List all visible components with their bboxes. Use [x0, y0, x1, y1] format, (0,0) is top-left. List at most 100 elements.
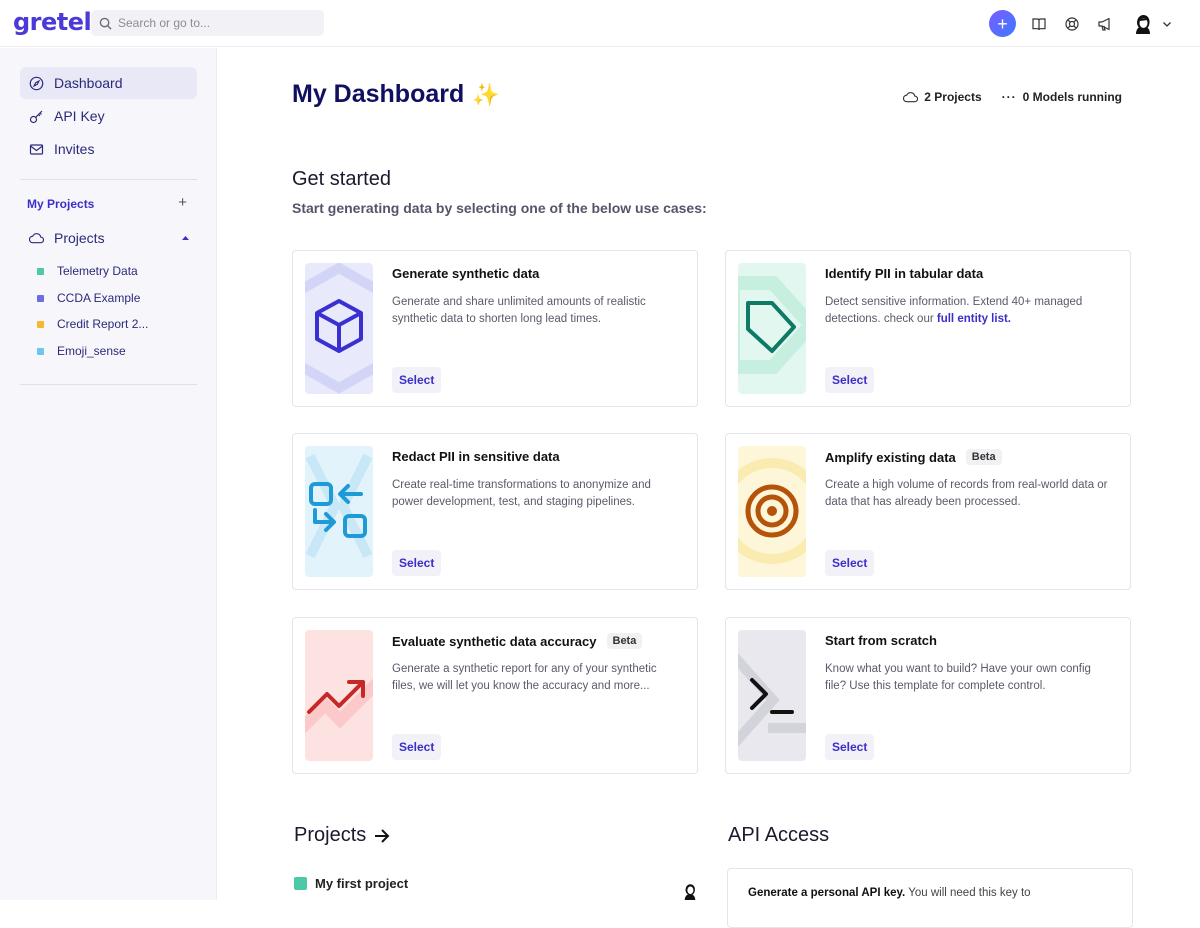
get-started-subtitle: Start generating data by selecting one o…	[292, 200, 707, 216]
card-title: Identify PII in tabular data	[825, 266, 984, 281]
sidebar-item-label: Dashboard	[54, 75, 123, 91]
dots-icon: ···	[1001, 90, 1017, 104]
card-description: Create real-time transformations to anon…	[392, 479, 651, 508]
chevron-down-icon[interactable]	[1162, 19, 1172, 29]
trend-icon	[305, 630, 373, 761]
sidebar-item-label: API Key	[54, 108, 105, 124]
add-project-icon[interactable]: +	[178, 195, 187, 211]
card-description: Detect sensitive information. Extend 40+…	[825, 296, 1083, 325]
target-icon	[738, 446, 806, 577]
card-title: Amplify existing data Beta	[825, 449, 1002, 465]
card-description: Know what you want to build? Have your o…	[825, 663, 1091, 692]
get-started-title: Get started	[292, 168, 391, 190]
models-running[interactable]: ··· 0 Models running	[1002, 90, 1122, 104]
sidebar: Dashboard API Key Invites My Projects + …	[0, 48, 217, 900]
select-button[interactable]: Select	[392, 367, 442, 393]
sparkles-icon: ✨	[472, 81, 500, 107]
cloud-icon	[903, 92, 919, 103]
sidebar-item-invites[interactable]: Invites	[20, 133, 197, 165]
terminal-icon	[738, 630, 806, 761]
project-color-swatch	[37, 294, 44, 302]
projects-count[interactable]: 2 Projects	[903, 90, 982, 104]
project-owner-avatar	[681, 882, 699, 905]
projects-title-text: Projects	[294, 824, 367, 846]
sidebar-project-item[interactable]: Credit Report 2...	[37, 317, 148, 331]
create-button[interactable]: +	[989, 10, 1016, 37]
sidebar-item-dashboard[interactable]: Dashboard	[20, 67, 197, 99]
card-title: Start from scratch	[825, 633, 937, 648]
use-case-card-identify-pii[interactable]: Identify PII in tabular data Detect sens…	[725, 250, 1131, 407]
sidebar-item-api-key[interactable]: API Key	[20, 100, 197, 132]
use-case-card-amplify[interactable]: Amplify existing data Beta Create a high …	[725, 433, 1131, 590]
select-button[interactable]: Select	[392, 734, 442, 760]
sidebar-item-label: Invites	[54, 141, 95, 157]
project-label: Credit Report 2...	[57, 317, 149, 331]
projects-label: Projects	[54, 230, 105, 246]
models-running-label: 0 Models running	[1022, 90, 1122, 104]
support-icon[interactable]	[1062, 14, 1082, 34]
select-button[interactable]: Select	[825, 550, 875, 576]
use-case-card-synthetic[interactable]: Generate synthetic data Generate and sha…	[292, 250, 698, 407]
api-access-text: You will need this key to	[905, 887, 1031, 899]
api-access-title: API Access	[728, 824, 829, 847]
projects-toggle[interactable]: Projects	[20, 224, 190, 252]
page-title: My Dashboard ✨	[292, 80, 500, 109]
select-button[interactable]: Select	[392, 550, 442, 576]
top-bar: gretel Search or go to... +	[0, 0, 1200, 47]
card-title: Evaluate synthetic data accuracy Beta	[392, 633, 643, 649]
api-key-link[interactable]: Generate a personal API key.	[748, 887, 905, 899]
use-case-card-scratch[interactable]: Start from scratch Know what you want to…	[725, 617, 1131, 774]
project-color-swatch	[37, 347, 44, 355]
project-name: My first project	[315, 876, 409, 891]
gretel-logo[interactable]: gretel	[13, 8, 92, 36]
key-icon	[29, 110, 43, 123]
avatar[interactable]	[1130, 10, 1156, 37]
megaphone-icon[interactable]	[1095, 14, 1115, 34]
api-access-title-text: API Access	[728, 824, 830, 846]
projects-section-title[interactable]: Projects	[294, 824, 390, 847]
card-description: Create a high volume of records from rea…	[825, 479, 1108, 508]
my-projects-header: My Projects +	[27, 195, 187, 211]
select-button[interactable]: Select	[825, 367, 875, 393]
beta-badge: Beta	[965, 449, 1002, 465]
cube-icon	[305, 263, 373, 394]
arrow-right-icon	[375, 828, 390, 843]
mail-icon	[29, 143, 44, 155]
project-color-swatch	[37, 320, 44, 328]
divider	[20, 384, 197, 385]
project-label: CCDA Example	[57, 291, 141, 305]
api-access-card: Generate a personal API key. You will ne…	[727, 868, 1133, 928]
entity-list-link[interactable]: full entity list.	[937, 313, 1011, 325]
search-icon	[99, 17, 112, 30]
use-case-card-redact-pii[interactable]: Redact PII in sensitive data Create real…	[292, 433, 698, 590]
divider	[20, 179, 197, 180]
main-content: My Dashboard ✨ 2 Projects ··· 0 Models r…	[217, 48, 1200, 928]
sidebar-project-item[interactable]: Emoji_sense	[37, 344, 126, 358]
transform-icon	[305, 446, 373, 577]
sidebar-project-item[interactable]: Telemetry Data	[37, 264, 138, 278]
projects-count-label: 2 Projects	[924, 90, 982, 104]
tag-icon	[738, 263, 806, 394]
book-icon[interactable]	[1029, 14, 1049, 34]
card-description: Generate and share unlimited amounts of …	[392, 296, 646, 325]
project-color-swatch	[37, 267, 44, 275]
search-input[interactable]: Search or go to...	[91, 10, 324, 36]
dashboard-stats: 2 Projects ··· 0 Models running	[903, 90, 1122, 104]
card-title: Generate synthetic data	[392, 266, 540, 281]
use-case-card-evaluate[interactable]: Evaluate synthetic data accuracy Beta Gen…	[292, 617, 698, 774]
my-projects-label: My Projects	[27, 197, 95, 211]
search-placeholder: Search or go to...	[118, 16, 211, 30]
caret-up-icon	[182, 236, 189, 240]
card-title: Redact PII in sensitive data	[392, 449, 560, 464]
select-button[interactable]: Select	[825, 734, 875, 760]
cloud-icon	[29, 233, 44, 244]
compass-icon	[29, 76, 44, 90]
card-description: Generate a synthetic report for any of y…	[392, 663, 657, 692]
project-label: Telemetry Data	[57, 264, 138, 278]
sidebar-project-item[interactable]: CCDA Example	[37, 291, 140, 305]
project-row[interactable]: My first project	[294, 876, 408, 891]
page-title-text: My Dashboard	[292, 80, 465, 108]
project-color-swatch	[294, 877, 307, 890]
beta-badge: Beta	[606, 633, 643, 649]
project-label: Emoji_sense	[57, 344, 126, 358]
